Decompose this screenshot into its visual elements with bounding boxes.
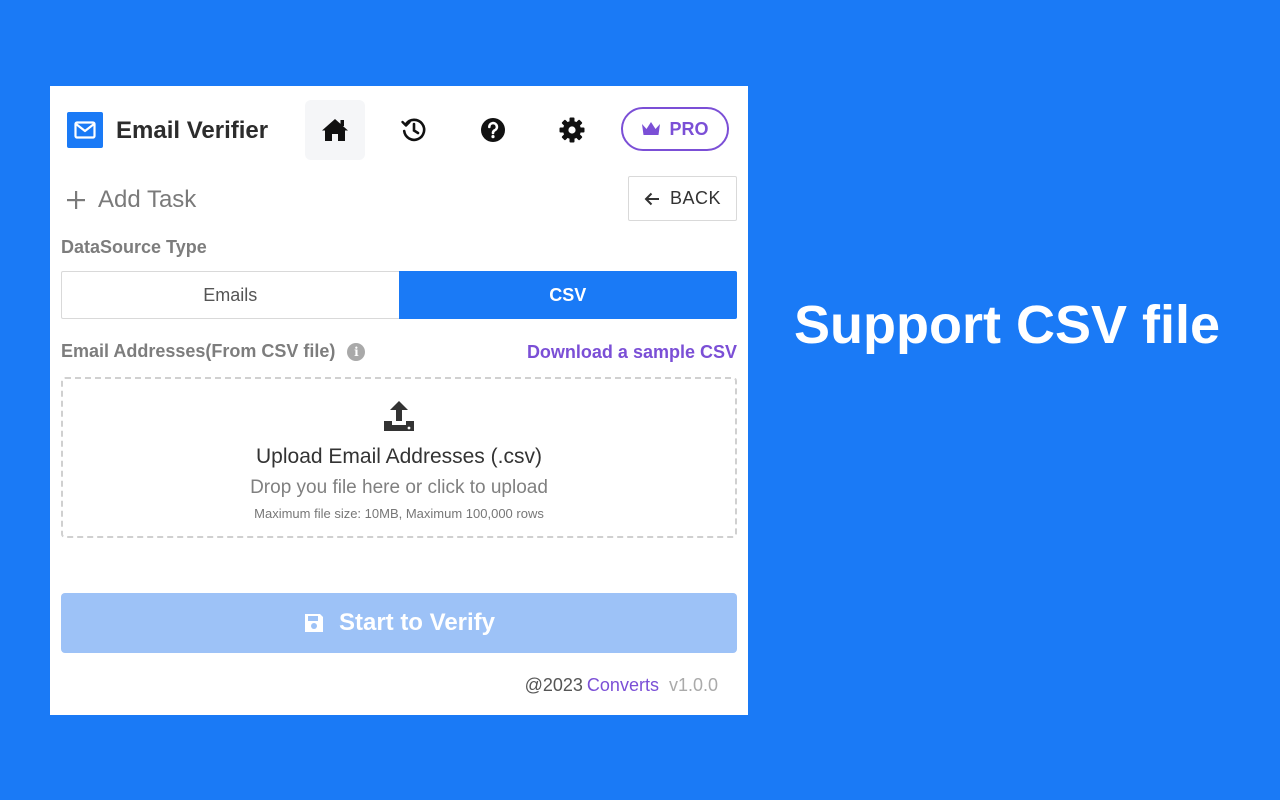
crown-icon <box>642 122 661 135</box>
pro-label: PRO <box>669 118 709 139</box>
app-header: Email Verifier PRO <box>50 86 748 176</box>
footer: @2023 Converts v1.0.0 <box>525 675 718 696</box>
upload-title: Upload Email Addresses (.csv) <box>256 445 542 468</box>
nav-home-button[interactable] <box>305 100 365 160</box>
add-task-heading: Add Task <box>66 186 196 214</box>
datasource-option-csv[interactable]: CSV <box>398 271 737 319</box>
home-icon <box>322 119 348 141</box>
start-verify-button[interactable]: Start to Verify <box>61 593 737 653</box>
gear-icon <box>559 117 585 143</box>
extension-panel: Email Verifier PRO Add Task BACK DataSou… <box>50 86 748 715</box>
back-button[interactable]: BACK <box>628 176 737 221</box>
datasource-label: DataSource Type <box>61 237 207 257</box>
copyright-text: @2023 <box>524 675 583 695</box>
task-row: Add Task BACK <box>50 176 748 226</box>
verify-label: Start to Verify <box>338 609 496 636</box>
nav-settings-button[interactable] <box>542 100 602 160</box>
nav-help-button[interactable] <box>463 100 523 160</box>
app-title: Email Verifier <box>116 117 269 144</box>
plus-icon <box>67 191 85 209</box>
download-sample-link[interactable]: Download a sample CSV <box>527 342 737 363</box>
help-icon <box>481 118 505 142</box>
datasource-option-emails[interactable]: Emails <box>61 271 399 319</box>
save-icon <box>304 614 323 632</box>
email-addresses-label: Email Addresses(From CSV file) i <box>61 341 366 362</box>
datasource-selector: Emails CSV <box>61 271 737 319</box>
version-text: v1.0.0 <box>668 675 718 695</box>
email-addresses-text: Email Addresses(From CSV file) <box>61 341 336 361</box>
add-task-label: Add Task <box>98 186 197 213</box>
back-label: BACK <box>669 188 722 208</box>
promo-headline: Support CSV file <box>794 295 1221 355</box>
info-icon[interactable]: i <box>347 343 366 362</box>
mail-logo-icon <box>67 112 103 148</box>
upload-icon <box>383 399 415 438</box>
upload-subtitle: Drop you file here or click to upload <box>250 477 548 498</box>
history-icon <box>401 118 426 142</box>
arrow-left-icon <box>644 192 659 205</box>
csv-dropzone[interactable]: Upload Email Addresses (.csv) Drop you f… <box>61 377 737 538</box>
upload-hint: Maximum file size: 10MB, Maximum 100,000… <box>254 506 544 521</box>
pro-upgrade-button[interactable]: PRO <box>621 107 729 151</box>
brand-link[interactable]: Converts <box>587 675 659 695</box>
nav-history-button[interactable] <box>384 100 444 160</box>
